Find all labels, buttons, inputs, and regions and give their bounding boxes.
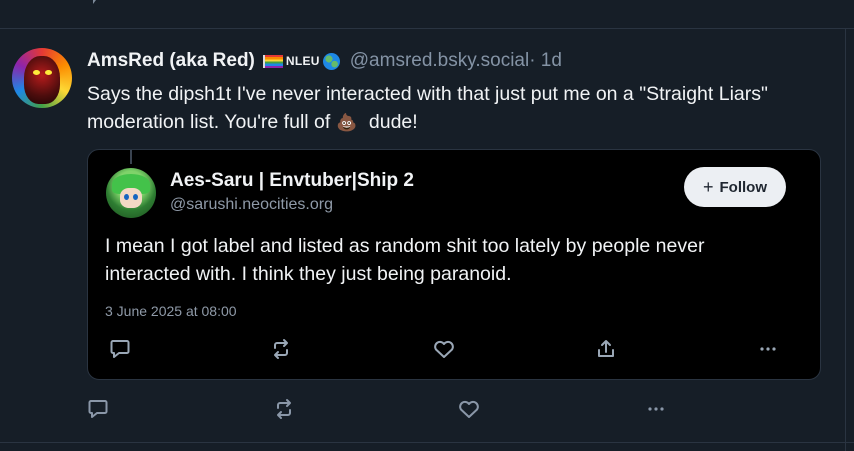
divider xyxy=(0,28,854,29)
reply-icon[interactable] xyxy=(88,0,110,4)
post-time[interactable]: · 1d xyxy=(529,50,562,72)
repost-icon[interactable] xyxy=(272,0,294,4)
quoted-post-date[interactable]: 3 June 2025 at 08:00 xyxy=(105,303,237,319)
follow-button-label: Follow xyxy=(719,178,768,196)
post-text-part: dude! xyxy=(363,111,418,133)
post-header: AmsRed (aka Red) NLEU @amsred.bsky.socia… xyxy=(87,48,562,74)
quoted-post[interactable]: Aes-Saru | Envtuber|Ship 2 @sarushi.neoc… xyxy=(87,149,821,380)
like-icon[interactable] xyxy=(430,336,458,362)
share-icon[interactable] xyxy=(592,336,620,362)
quoted-author-handle[interactable]: @sarushi.neocities.org xyxy=(170,196,333,214)
pride-flag-icon xyxy=(262,54,283,68)
post-text-part: Says the dipsh1t I've never interacted w… xyxy=(87,83,768,133)
quoted-author-display-name[interactable]: Aes-Saru | Envtuber|Ship 2 xyxy=(170,170,414,192)
like-icon[interactable] xyxy=(455,396,483,422)
more-icon[interactable] xyxy=(754,336,782,362)
flag-label: NLEU xyxy=(285,54,320,68)
globe-icon xyxy=(322,52,340,70)
quoted-post-actions xyxy=(88,336,820,362)
post-actions xyxy=(0,396,854,422)
quoted-post-text: I mean I got label and listed as random … xyxy=(105,235,705,285)
thread-line xyxy=(130,150,132,164)
author-display-name[interactable]: AmsRed (aka Red) xyxy=(87,50,255,72)
like-icon[interactable] xyxy=(458,0,480,4)
divider xyxy=(0,442,854,443)
author-avatar[interactable] xyxy=(12,48,72,108)
reply-icon[interactable] xyxy=(106,336,134,362)
more-icon[interactable] xyxy=(642,396,670,422)
follow-button[interactable]: + Follow xyxy=(684,167,786,207)
repost-icon[interactable] xyxy=(267,336,295,362)
repost-icon[interactable] xyxy=(270,396,298,422)
plus-icon: + xyxy=(702,176,714,197)
feed: AmsRed (aka Red) NLEU @amsred.bsky.socia… xyxy=(0,0,854,451)
author-handle[interactable]: @amsred.bsky.social xyxy=(350,50,529,72)
feed-border xyxy=(845,28,846,451)
poop-emoji-icon: 💩 xyxy=(336,113,358,132)
reply-icon[interactable] xyxy=(84,396,112,422)
quoted-author-avatar[interactable] xyxy=(106,168,156,218)
post-text: Says the dipsh1t I've never interacted w… xyxy=(87,80,827,137)
